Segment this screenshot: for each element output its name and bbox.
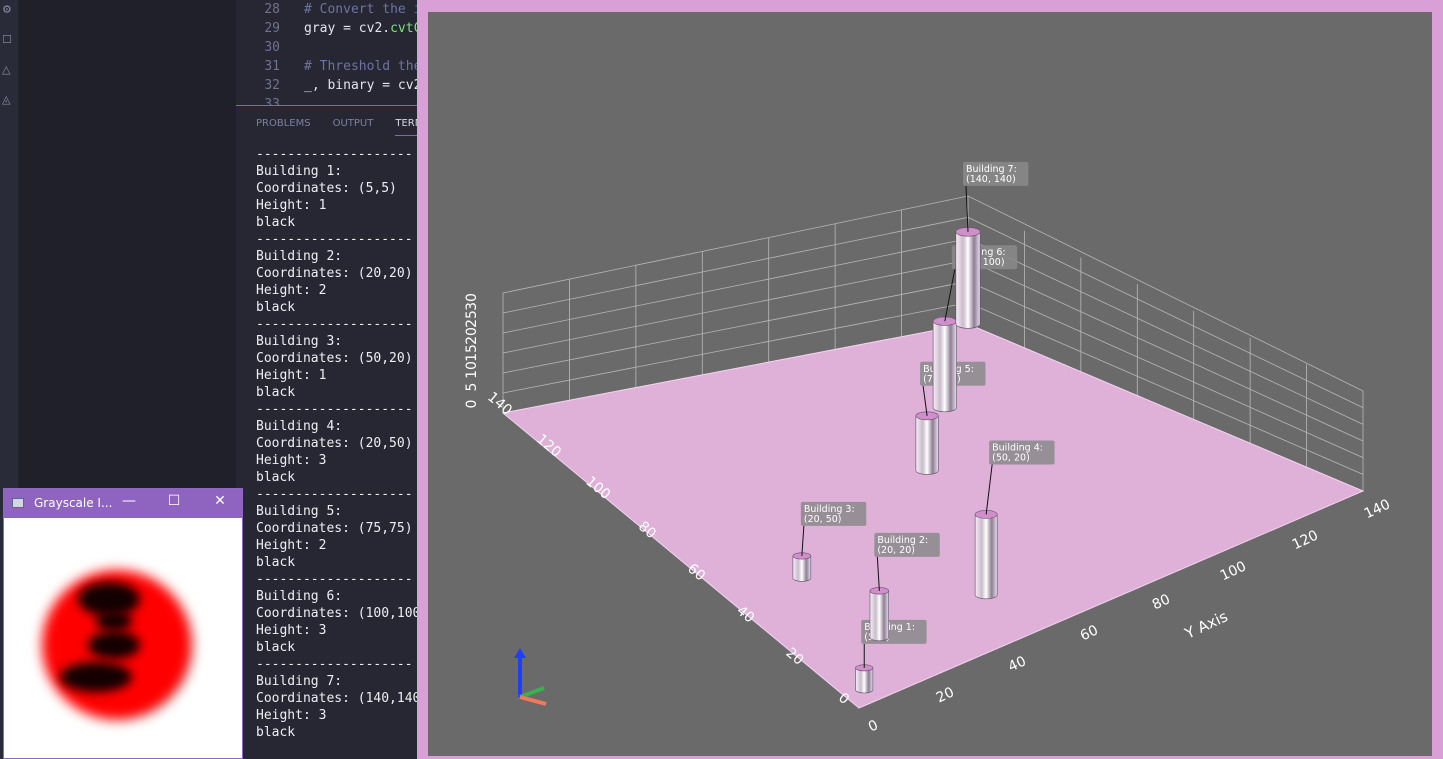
z-tick-label: 25 (464, 310, 480, 328)
code-text: gray = cv2. (304, 21, 391, 36)
code-line[interactable]: 29 gray = cv2.cvtC (236, 19, 417, 38)
line-number: 31 (264, 59, 280, 74)
line-number: 30 (264, 40, 280, 55)
code-line[interactable]: 30 (236, 38, 304, 57)
orientation-axes-widget (514, 648, 547, 706)
code-comment: # Convert the i (304, 2, 417, 17)
panel-tab-output[interactable]: OUTPUT (333, 118, 374, 135)
window-titlebar[interactable]: Grayscale I... — ☐ ✕ (4, 489, 242, 518)
y-tick-label: 60 (1078, 622, 1101, 644)
line-number: 28 (264, 2, 280, 17)
code-function: cvtC (390, 21, 417, 36)
building-cylinder (792, 555, 812, 582)
building-cylinder (869, 590, 889, 642)
y-tick-label: 100 (1218, 558, 1249, 584)
activity-icon[interactable]: ☐ (2, 33, 12, 46)
y-tick-label: 40 (1006, 653, 1029, 675)
dark-blob (96, 611, 132, 631)
app-icon (12, 498, 24, 508)
activity-icon[interactable]: ◬ (2, 93, 10, 106)
3d-plot-viewport[interactable]: 0 20 40 60 80 100 120 140 0 20 40 60 80 100 120 140 0 5 10… (428, 12, 1432, 756)
dark-blob (88, 631, 140, 659)
y-axis-label: Y Axis (1181, 607, 1231, 643)
z-axis-ticks: 0 5 1015202530 (464, 293, 480, 408)
minimize-button[interactable]: — (115, 493, 143, 509)
code-line[interactable]: 32 _, binary = cv2 (236, 76, 417, 95)
y-tick-label: 80 (1150, 591, 1173, 613)
code-line[interactable]: 31 # Threshold the (236, 57, 417, 76)
building-cylinder (915, 415, 939, 475)
building-cylinder (974, 514, 998, 600)
building-coords: (20, 50) (804, 514, 842, 525)
panel-tabs: PROBLEMS OUTPUT TERM (256, 118, 417, 136)
panel-tab-term[interactable]: TERM (395, 118, 417, 136)
building-coords: (20, 20) (877, 545, 915, 556)
code-editor[interactable]: 28 # Convert the i 29 gray = cv2.cvtC 30 31 # … (236, 0, 417, 106)
z-tick-label: 15 (464, 344, 480, 362)
activity-icon[interactable]: ⚙ (2, 3, 12, 16)
z-tick-label: 10 (464, 361, 480, 379)
z-tick-label: 5 (464, 383, 480, 392)
y-tick-label: 140 (1362, 496, 1393, 522)
dark-blob (60, 662, 132, 692)
code-line[interactable]: 28 # Convert the i (236, 0, 417, 19)
buildings-3d-chart[interactable]: 0204060801001201400204060801001201400510… (428, 12, 1432, 756)
building-cylinder (932, 320, 957, 413)
activity-icon[interactable]: △ (2, 63, 10, 76)
bottom-panel: PROBLEMS OUTPUT TERM -------------------- … (236, 106, 417, 759)
building-cylinder (855, 667, 874, 694)
y-tick-label: 120 (1290, 527, 1321, 553)
close-button[interactable]: ✕ (206, 493, 234, 509)
code-comment: # Threshold the (304, 59, 417, 74)
y-tick-label: 0 (866, 717, 881, 735)
z-tick-label: 30 (464, 293, 480, 311)
building-cylinder (955, 231, 981, 329)
label-leader (944, 269, 956, 322)
line-number: 32 (264, 78, 280, 93)
line-number: 29 (264, 21, 280, 36)
panel-tab-problems[interactable]: PROBLEMS (256, 118, 311, 135)
y-tick-label: 20 (934, 684, 957, 706)
code-text: _, binary = cv2 (304, 78, 417, 93)
terminal-output[interactable]: -------------------- Building 1: Coordin… (256, 146, 417, 741)
grayscale-image (4, 518, 242, 758)
z-tick-label: 0 (464, 400, 480, 409)
grayscale-image-window[interactable]: Grayscale I... — ☐ ✕ (3, 488, 243, 759)
window-title: Grayscale I... (34, 496, 113, 510)
maximize-button[interactable]: ☐ (160, 493, 188, 509)
building-coords: (140, 140) (966, 174, 1016, 185)
z-tick-label: 20 (464, 327, 480, 345)
building-coords: (50, 20) (992, 452, 1030, 463)
